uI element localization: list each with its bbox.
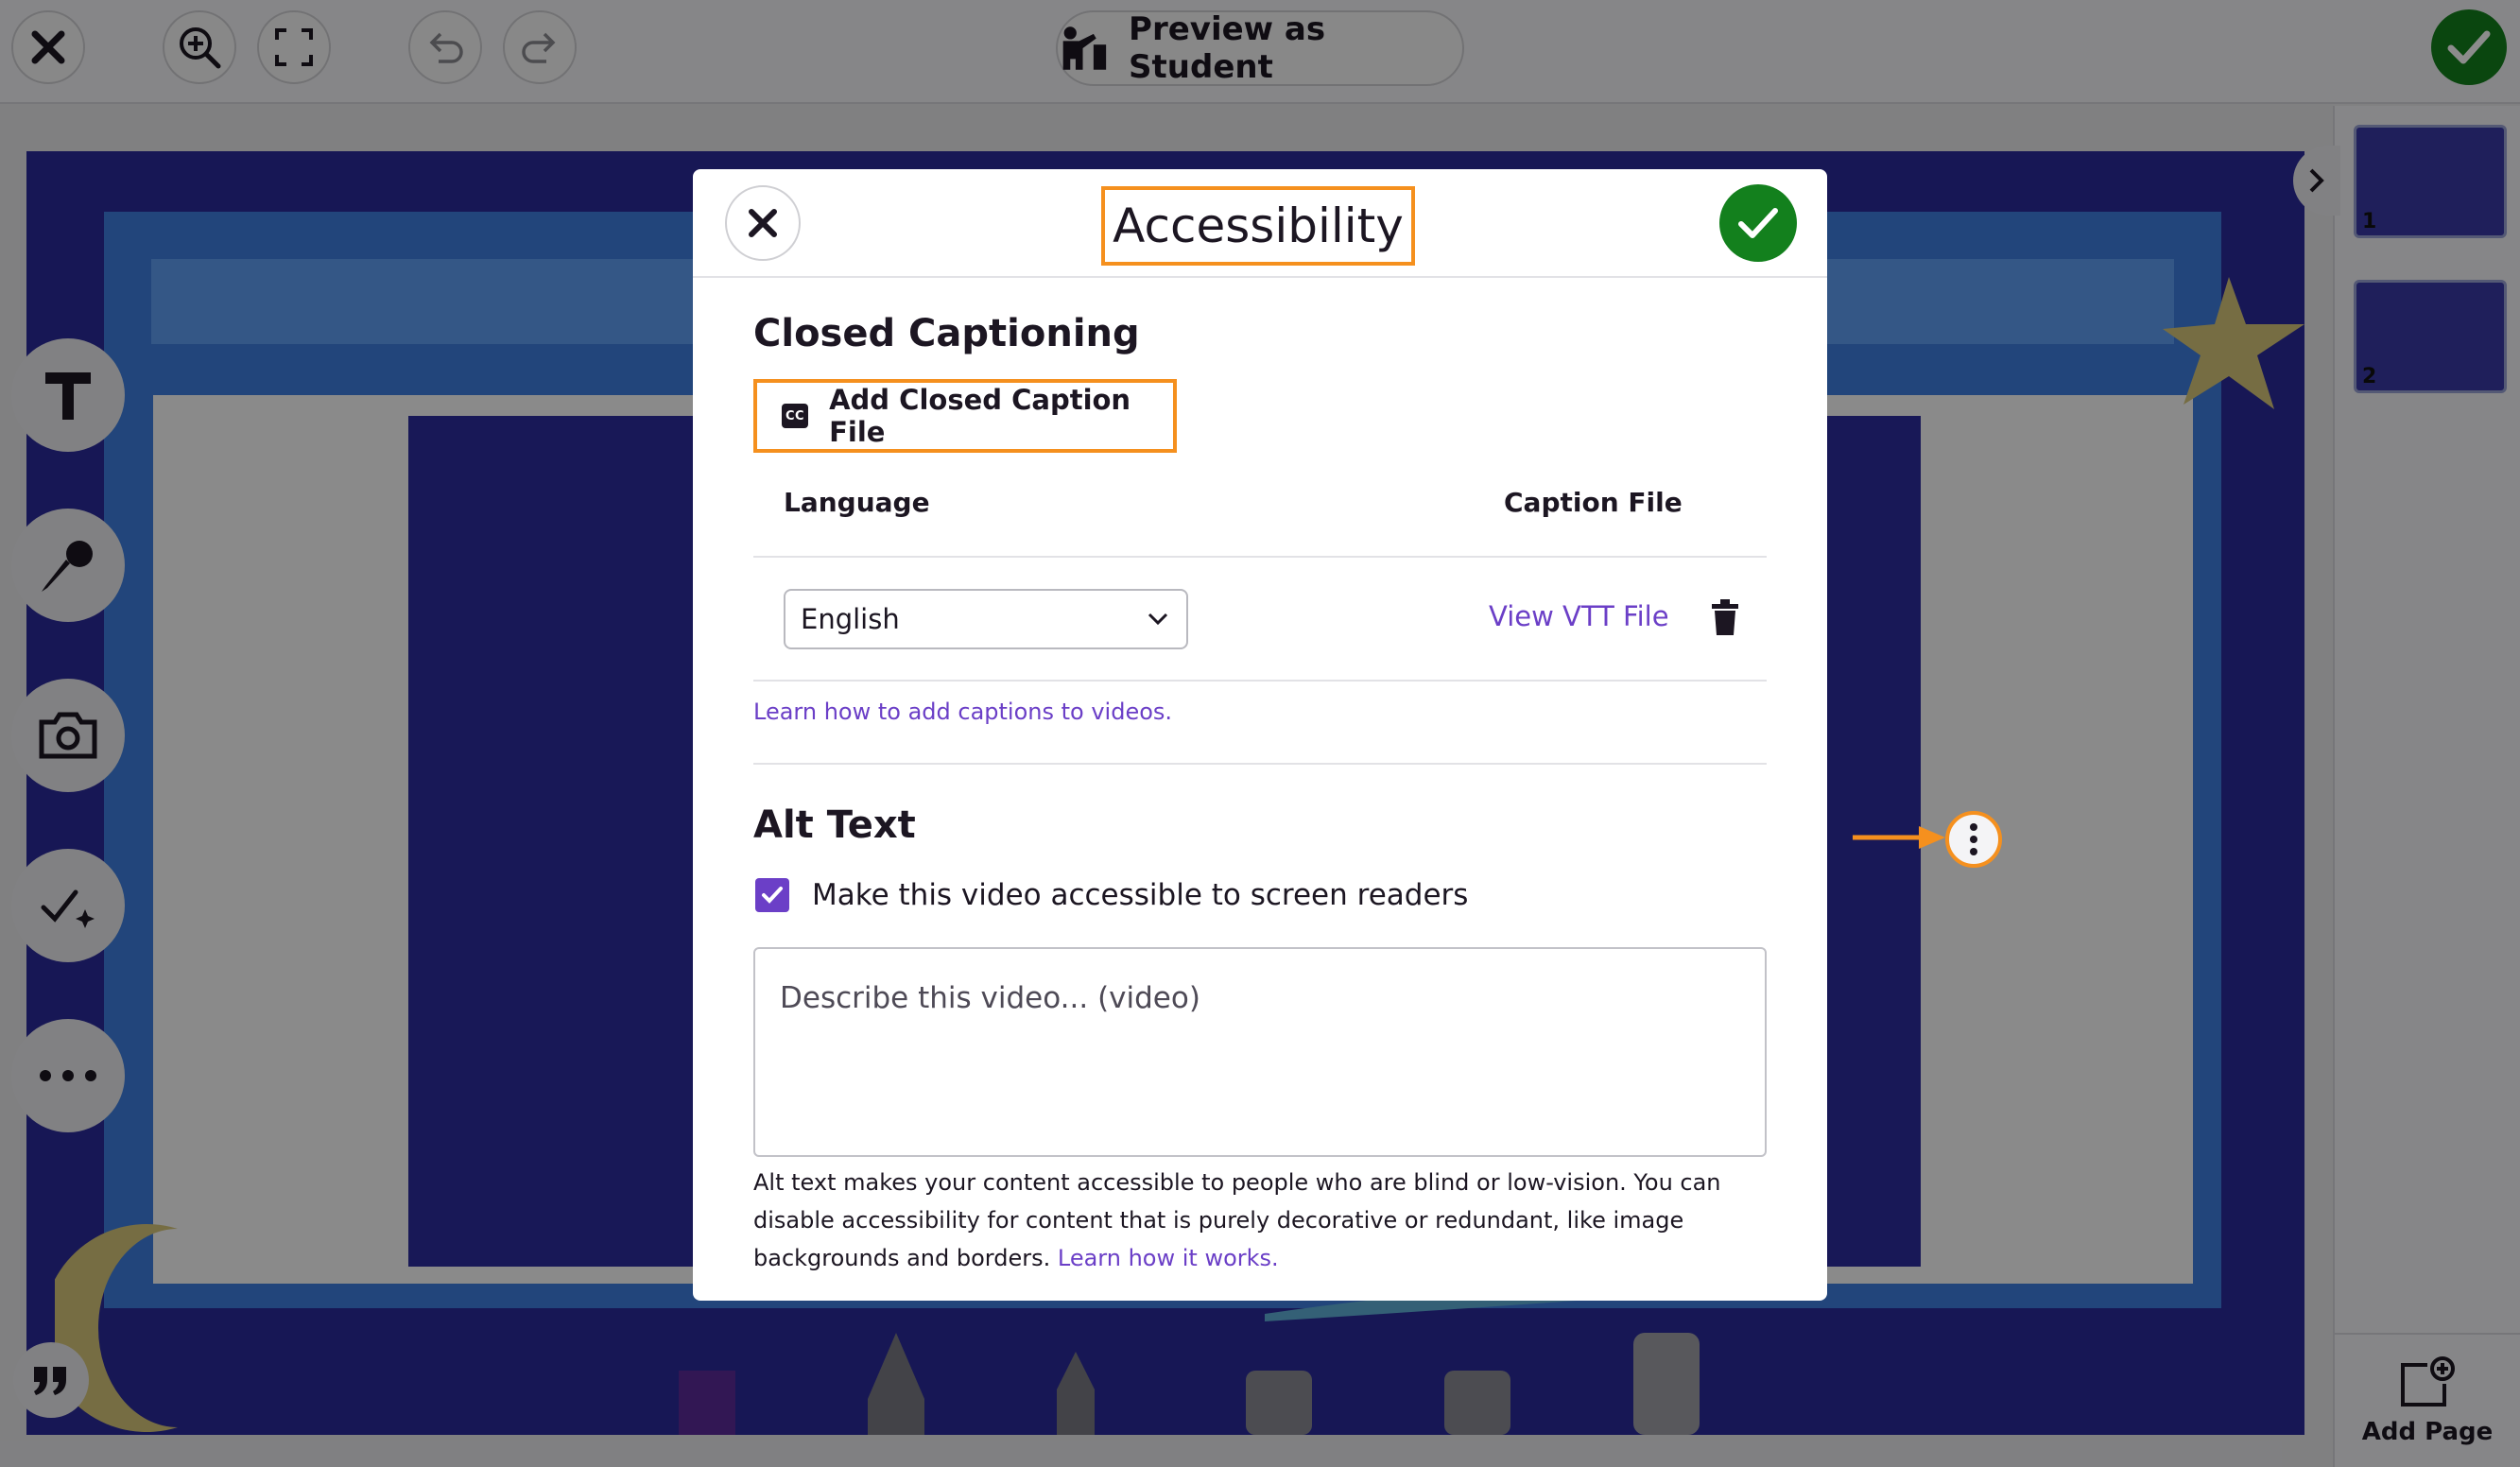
trash-icon[interactable] xyxy=(1710,598,1740,636)
closed-captioning-heading: Closed Captioning xyxy=(753,312,1140,355)
learn-how-it-works-link[interactable]: Learn how it works. xyxy=(1058,1245,1279,1271)
language-select[interactable]: English xyxy=(784,589,1188,649)
alt-text-input[interactable] xyxy=(753,947,1767,1157)
element-options-button[interactable] xyxy=(1945,811,2002,868)
dialog-title: Accessibility xyxy=(1101,186,1415,266)
dialog-header: Accessibility xyxy=(693,169,1827,278)
table-divider xyxy=(753,556,1767,558)
close-icon xyxy=(749,209,777,237)
language-select-value: English xyxy=(801,603,900,635)
language-column-header: Language xyxy=(784,487,930,518)
table-divider xyxy=(753,680,1767,682)
checkmark-icon xyxy=(762,887,783,904)
checkmark-icon xyxy=(1738,208,1778,238)
add-closed-caption-button[interactable]: CC Add Closed Caption File xyxy=(753,379,1177,453)
add-closed-caption-label: Add Closed Caption File xyxy=(829,384,1131,448)
learn-captions-link[interactable]: Learn how to add captions to videos. xyxy=(753,699,1172,725)
dialog-close-button[interactable] xyxy=(725,185,801,261)
accessibility-dialog: Accessibility Closed Captioning CC Add C… xyxy=(693,169,1827,1301)
chevron-down-icon xyxy=(1148,613,1168,626)
closed-caption-icon: CC xyxy=(782,404,809,428)
screen-reader-checkbox[interactable] xyxy=(755,878,789,912)
alt-text-heading: Alt Text xyxy=(753,803,916,847)
dialog-save-button[interactable] xyxy=(1719,184,1797,262)
alt-text-help: Alt text makes your content accessible t… xyxy=(753,1164,1774,1277)
section-divider xyxy=(753,763,1767,765)
vertical-dots-icon xyxy=(1970,823,1977,855)
screen-reader-checkbox-label[interactable]: Make this video accessible to screen rea… xyxy=(812,878,1468,912)
caption-file-column-header: Caption File xyxy=(1504,487,1683,518)
view-vtt-file-link[interactable]: View VTT File xyxy=(1489,600,1669,632)
arrow-annotation xyxy=(1853,826,1945,849)
